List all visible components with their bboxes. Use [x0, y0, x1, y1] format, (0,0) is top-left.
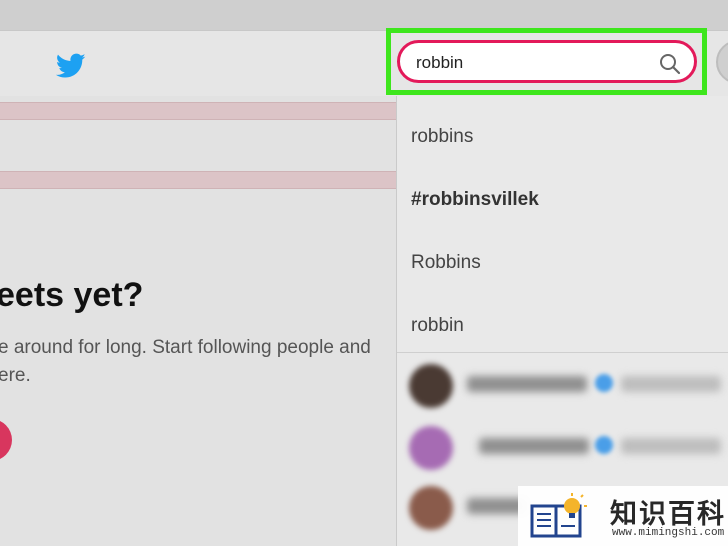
avatar — [409, 364, 453, 408]
user-handle-blurred — [621, 376, 721, 392]
watermark-url: www.mimingshi.com — [612, 527, 725, 539]
book-lightbulb-logo-icon — [530, 493, 587, 538]
search-icon[interactable] — [658, 52, 682, 76]
description-line: e around for long. Start following peopl… — [0, 337, 371, 358]
suggestion-item[interactable]: robbins — [411, 126, 473, 148]
suggestion-item[interactable]: Robbins — [411, 252, 481, 274]
description-line: ere. — [0, 365, 31, 386]
browser-top-strip — [0, 0, 728, 30]
watermark: 知识百科 www.mimingshi.com — [518, 486, 728, 546]
get-started-button[interactable] — [0, 419, 12, 461]
empty-timeline-heading: eets yet? — [0, 276, 144, 314]
dropdown-divider — [397, 352, 728, 353]
suggestion-item[interactable]: #robbinsvillek — [411, 189, 539, 211]
notice-bar — [0, 102, 400, 120]
avatar — [409, 486, 453, 530]
verified-icon — [595, 374, 613, 392]
user-name-blurred — [467, 376, 587, 392]
empty-timeline-description: e around for long. Start following peopl… — [0, 334, 388, 390]
user-suggestion[interactable] — [409, 426, 728, 474]
user-suggestion[interactable] — [409, 364, 728, 412]
twitter-bird-icon[interactable] — [56, 53, 86, 79]
notice-bar — [0, 171, 400, 189]
search-input[interactable]: robbin — [397, 40, 697, 83]
search-input-value: robbin — [416, 53, 464, 72]
search-suggestions-dropdown: robbins #robbinsvillek Robbins robbin — [396, 96, 728, 546]
user-handle-blurred — [621, 438, 721, 454]
suggestion-item[interactable]: robbin — [411, 315, 464, 337]
watermark-title: 知识百科 — [610, 499, 726, 529]
avatar — [409, 426, 453, 470]
verified-icon — [595, 436, 613, 454]
user-name-blurred — [479, 438, 589, 454]
